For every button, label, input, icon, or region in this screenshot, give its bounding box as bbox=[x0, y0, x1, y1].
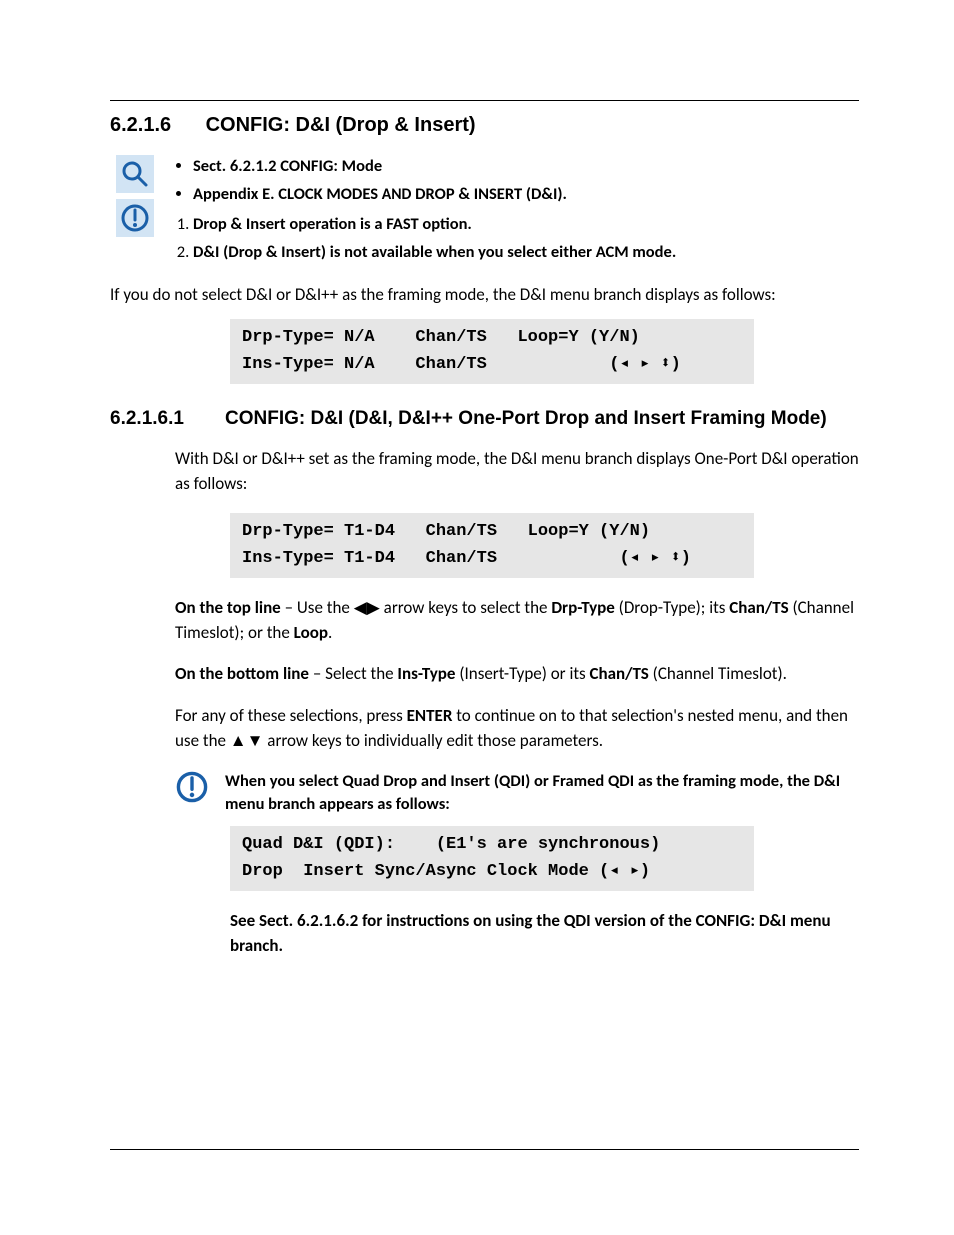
ref-item: Sect. 6.2.1.2 CONFIG: Mode bbox=[193, 155, 859, 179]
section-title: CONFIG: D&I (Drop & Insert) bbox=[206, 114, 476, 136]
icon-column bbox=[110, 155, 160, 243]
qdi-note-row: When you select Quad Drop and Insert (QD… bbox=[175, 770, 859, 816]
magnifier-icon bbox=[116, 155, 154, 193]
lcd-display-block: Drp-Type= T1-D4 Chan/TS Loop=Y (Y/N) Ins… bbox=[230, 513, 754, 578]
paragraph: For any of these selections, press ENTER… bbox=[175, 704, 859, 753]
section-heading: 6.2.1.6 CONFIG: D&I (Drop & Insert) bbox=[110, 114, 859, 137]
qdi-note-text: When you select Quad Drop and Insert (QD… bbox=[225, 770, 859, 816]
ref-item: Appendix E. CLOCK MODES AND DROP & INSER… bbox=[193, 183, 859, 207]
paragraph: See Sect. 6.2.1.6.2 for instructions on … bbox=[230, 909, 859, 958]
paragraph: With D&I or D&I++ set as the framing mod… bbox=[175, 447, 859, 496]
subsection-heading: 6.2.1.6.1 CONFIG: D&I (D&I, D&I++ One-Po… bbox=[110, 408, 859, 430]
section-number: 6.2.1.6 bbox=[110, 114, 200, 137]
lcd-display-block: Quad D&I (QDI): (E1's are synchronous) D… bbox=[230, 826, 754, 891]
paragraph: If you do not select D&I or D&I++ as the… bbox=[110, 283, 859, 308]
document-page: 6.2.1.6 CONFIG: D&I (Drop & Insert) Sect… bbox=[0, 0, 954, 1235]
alert-icon bbox=[116, 199, 154, 237]
subsection-title: CONFIG: D&I (D&I, D&I++ One-Port Drop an… bbox=[225, 408, 859, 430]
alert-icon bbox=[175, 770, 225, 816]
note-item: D&I (Drop & Insert) is not available whe… bbox=[193, 241, 859, 265]
subsection-number: 6.2.1.6.1 bbox=[110, 408, 225, 430]
paragraph-top-line: On the top line – Use the ◀▶ arrow keys … bbox=[175, 596, 859, 645]
reference-notes: Sect. 6.2.1.2 CONFIG: Mode Appendix E. C… bbox=[175, 155, 859, 265]
paragraph-bottom-line: On the bottom line – Select the Ins-Type… bbox=[175, 662, 859, 687]
note-item: Drop & Insert operation is a FAST option… bbox=[193, 213, 859, 237]
lcd-display-block: Drp-Type= N/A Chan/TS Loop=Y (Y/N) Ins-T… bbox=[230, 319, 754, 384]
